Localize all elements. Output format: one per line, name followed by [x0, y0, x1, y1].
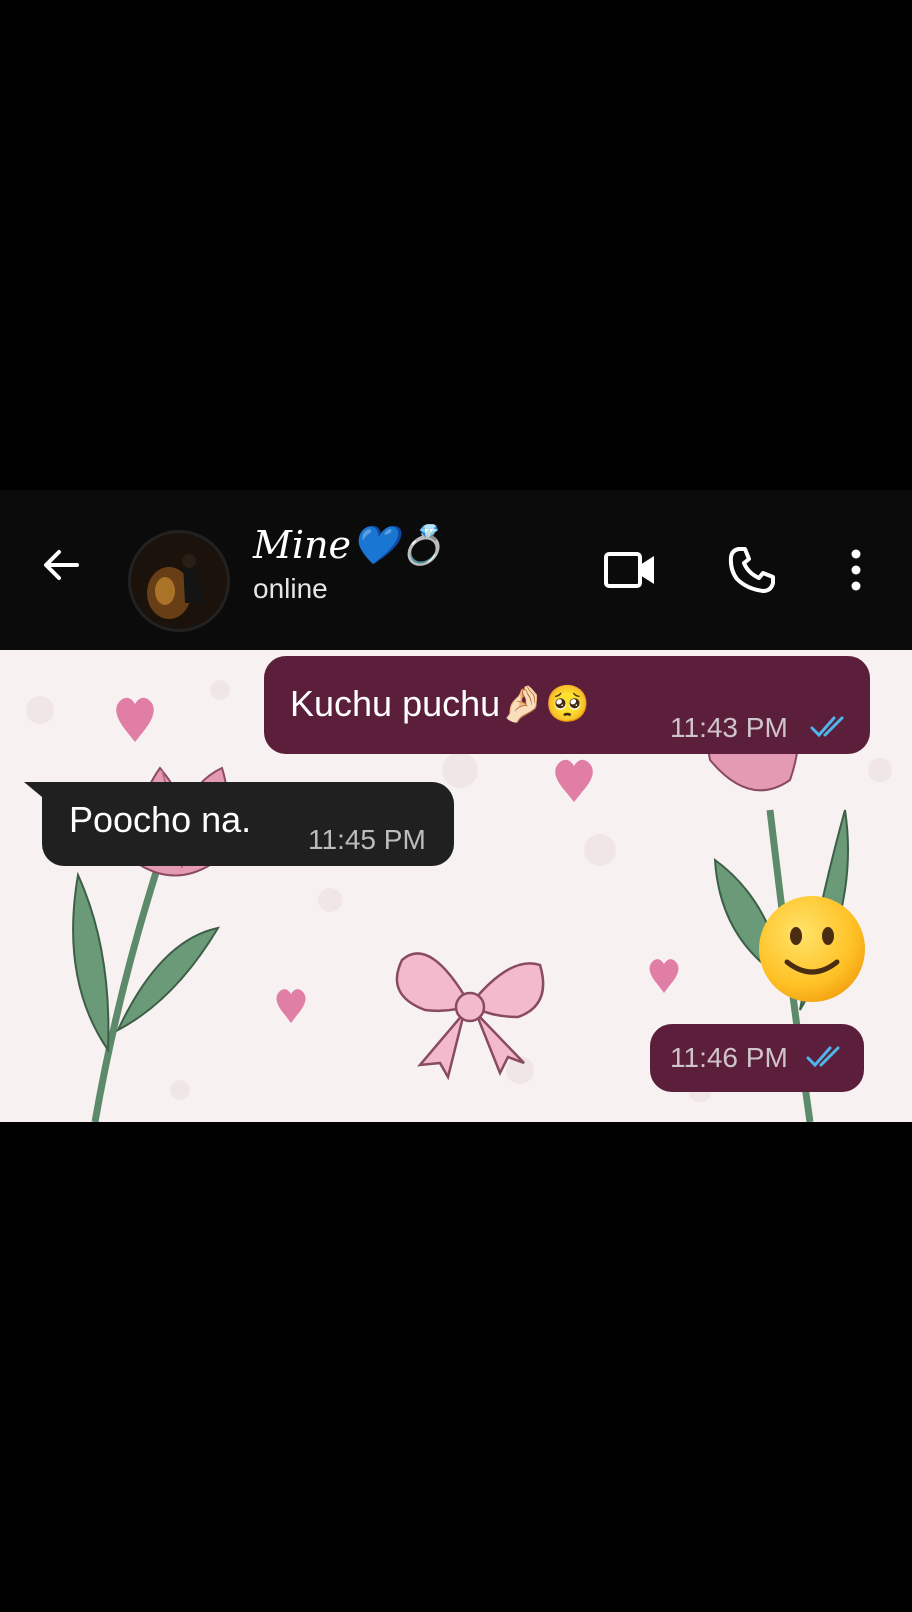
- read-ticks-icon: [806, 1046, 840, 1068]
- bubble-tail: [24, 782, 48, 802]
- message-outgoing[interactable]: Kuchu puchu🤌🏻🥺 11:43 PM: [264, 656, 870, 754]
- voice-call-button[interactable]: [720, 538, 784, 602]
- message-incoming[interactable]: Poocho na. 11:45 PM: [24, 782, 454, 866]
- bow-decoration: [395, 952, 545, 1081]
- chat-header: Mine💙💍 online: [0, 490, 912, 650]
- message-time: 11:43 PM: [670, 712, 788, 743]
- heart-decoration: [555, 759, 593, 802]
- avatar-image: [131, 533, 227, 629]
- message-text: Poocho na.: [69, 799, 252, 840]
- video-call-button[interactable]: [598, 538, 662, 602]
- chat-area[interactable]: Kuchu puchu🤌🏻🥺 11:43 PM Poocho na. 11:45…: [0, 650, 912, 1122]
- contact-info[interactable]: Mine💙💍 online: [253, 520, 446, 606]
- more-vertical-icon: [851, 549, 861, 591]
- heart-decoration: [649, 959, 679, 993]
- arrow-left-icon: [44, 550, 79, 580]
- heart-decoration: [116, 697, 154, 742]
- contact-name: Mine💙💍: [253, 523, 446, 567]
- video-camera-icon: [604, 552, 654, 588]
- read-ticks-icon: [810, 716, 844, 738]
- more-options-button[interactable]: [838, 538, 874, 602]
- slightly-smiling-face-emoji: [759, 896, 865, 1002]
- phone-icon: [728, 547, 775, 593]
- message-outgoing[interactable]: 11:46 PM: [650, 1024, 864, 1092]
- message-time: 11:46 PM: [670, 1042, 788, 1073]
- message-time: 11:45 PM: [308, 824, 426, 855]
- contact-status: online: [253, 573, 328, 604]
- back-button[interactable]: [34, 538, 88, 592]
- contact-avatar[interactable]: [128, 530, 230, 632]
- heart-decoration: [276, 989, 306, 1023]
- message-text: Kuchu puchu🤌🏻🥺: [290, 683, 590, 724]
